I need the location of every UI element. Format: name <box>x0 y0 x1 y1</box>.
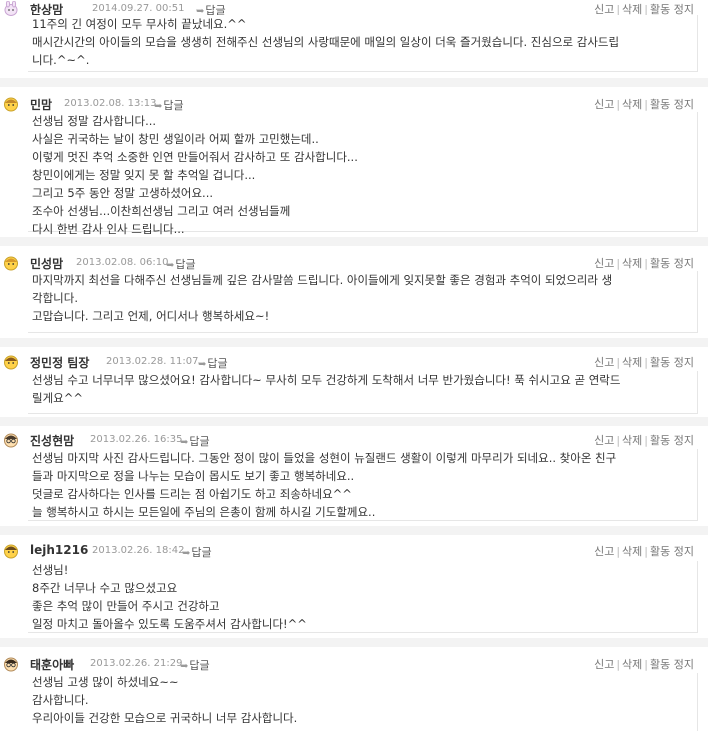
reply-button[interactable]: ➥답글 <box>154 97 184 113</box>
comment-actions: 신고 | 삭제 | 활동 정지 <box>594 356 694 369</box>
comment-separator <box>0 417 708 426</box>
comment-line: 11주의 긴 여정이 모두 무사히 끝났네요.^^ <box>32 17 247 31</box>
comment-body: 마지막까지 최선을 다해주신 선생님들께 깊은 감사말씀 드립니다. 아이들에게… <box>28 271 698 333</box>
comment-line: 선생님 고생 많이 하셨네요~~ <box>32 675 179 689</box>
avatar-glasses-icon <box>4 433 18 448</box>
comment-line: 사실은 귀국하는 날이 창민 생일이라 어찌 할까 고민했는데.. <box>32 132 319 146</box>
comment-line: 다시 한번 감사 인사 드립니다... <box>32 222 185 236</box>
reply-button[interactable]: ➥답글 <box>180 433 210 449</box>
comment-actions: 신고 | 삭제 | 활동 정지 <box>594 434 694 447</box>
reply-arrow-icon: ➥ <box>182 548 191 559</box>
comment-separator <box>0 78 708 87</box>
nickname[interactable]: 민맘 <box>30 96 52 113</box>
report-link[interactable]: 신고 <box>594 257 614 270</box>
report-link[interactable]: 신고 <box>594 98 614 111</box>
comment-line: 8주간 너무나 수고 많으셨고요 <box>32 581 178 595</box>
block-link[interactable]: 활동 정지 <box>650 356 694 369</box>
reply-button[interactable]: ➥답글 <box>180 657 210 673</box>
comment-line: 늘 행복하시고 하시는 모든일에 주님의 은총이 함께 하시길 기도할께요.. <box>32 505 376 519</box>
comment-date: 2013.02.08. 06:10 <box>76 257 169 268</box>
comment-line: 선생님 마지막 사진 감사드립니다. 그동안 정이 많이 들었을 성현이 뉴질랜… <box>32 451 617 465</box>
comment-line: 감사합니다. <box>32 693 89 707</box>
comment-line: 니다.^~^. <box>32 53 90 67</box>
reply-arrow-icon: ➥ <box>180 661 189 672</box>
comment-date: 2013.02.26. 18:42 <box>92 545 185 556</box>
block-link[interactable]: 활동 정지 <box>650 545 694 558</box>
reply-arrow-icon: ➥ <box>166 260 175 271</box>
delete-link[interactable]: 삭제 <box>622 257 642 270</box>
comment-date: 2013.02.28. 11:07 <box>106 356 199 367</box>
comment-line: 이렇게 멋진 추억 소중한 인연 만들어줘서 감사하고 또 감사합니다... <box>32 150 358 164</box>
comment-actions: 신고 | 삭제 | 활동 정지 <box>594 658 694 671</box>
comment-line: 선생님 수고 너무너무 많으셨어요! 감사합니다~ 무사히 모두 건강하게 도착… <box>32 373 621 387</box>
nickname[interactable]: 진성현맘 <box>30 432 74 449</box>
report-link[interactable]: 신고 <box>594 658 614 671</box>
comment-actions: 신고 | 삭제 | 활동 정지 <box>594 257 694 270</box>
avatar-face-icon <box>4 544 18 559</box>
comment-line: 그리고 5주 동안 정말 고생하셨어요... <box>32 186 214 200</box>
comment-date: 2014.09.27. 00:51 <box>92 3 185 14</box>
comment-body: 11주의 긴 여정이 모두 무사히 끝났네요.^^ 매시간시간의 아이들의 모습… <box>28 15 698 72</box>
comment-date: 2013.02.08. 13:13 <box>64 98 157 109</box>
avatar-face-icon <box>4 256 18 271</box>
reply-button[interactable]: ➥답글 <box>182 544 212 560</box>
reply-button[interactable]: ➥답글 <box>166 256 196 272</box>
comment-separator <box>0 526 708 535</box>
comment-separator <box>0 237 708 246</box>
block-link[interactable]: 활동 정지 <box>650 257 694 270</box>
comment-line: 창민이에게는 정말 잊지 못 할 추억일 겁니다... <box>32 168 256 182</box>
avatar-face-icon <box>4 97 18 112</box>
comment-line: 선생님! <box>32 563 69 577</box>
comment-line: 조수아 선생님...이찬희선생님 그리고 여러 선생님들께 <box>32 204 291 218</box>
comment-line: 고맙습니다. 그리고 언제, 어디서나 행복하세요~! <box>32 309 270 323</box>
block-link[interactable]: 활동 정지 <box>650 434 694 447</box>
comment-separator <box>0 638 708 647</box>
avatar-face-icon <box>4 355 18 370</box>
comment-line: 릴게요^^ <box>32 391 84 405</box>
comment-actions: 신고 | 삭제 | 활동 정지 <box>594 98 694 111</box>
delete-link[interactable]: 삭제 <box>622 545 642 558</box>
comment-line: 각합니다. <box>32 291 78 305</box>
avatar-rabbit-icon <box>4 1 18 16</box>
comment-header: lejh1216 2013.02.26. 18:42 ➥답글 신고 | 삭제 | 활동 … <box>0 543 708 563</box>
comment-date: 2013.02.26. 16:35 <box>90 434 183 445</box>
delete-link[interactable]: 삭제 <box>622 356 642 369</box>
comment-line: 들과 마지막으로 정을 나누는 모습이 몹시도 보기 좋고 행복하네요.. <box>32 469 355 483</box>
comment-body: 선생님! 8주간 너무나 수고 많으셨고요 좋은 추억 많이 만들어 주시고 건… <box>28 561 698 633</box>
report-link[interactable]: 신고 <box>594 434 614 447</box>
comment-date: 2013.02.26. 21:29 <box>90 658 183 669</box>
block-link[interactable]: 활동 정지 <box>650 98 694 111</box>
nickname[interactable]: lejh1216 <box>30 543 88 557</box>
avatar-glasses-icon <box>4 657 18 672</box>
comment-body: 선생님 수고 너무너무 많으셨어요! 감사합니다~ 무사히 모두 건강하게 도착… <box>28 371 698 414</box>
comment-body: 선생님 고생 많이 하셨네요~~ 감사합니다. 우리아이들 건강한 모습으로 귀… <box>28 673 698 731</box>
report-link[interactable]: 신고 <box>594 356 614 369</box>
nickname[interactable]: 정민정 팀장 <box>30 354 89 371</box>
comment-line: 덧글로 감사하다는 인사를 드리는 점 아쉽기도 하고 죄송하네요^^ <box>32 487 352 501</box>
comment-line: 좋은 추억 많이 만들어 주시고 건강하고 <box>32 599 220 613</box>
nickname[interactable]: 태훈아빠 <box>30 656 74 673</box>
reply-arrow-icon: ➥ <box>154 101 163 112</box>
block-link[interactable]: 활동 정지 <box>650 658 694 671</box>
comment-line: 선생님 정말 감사합니다... <box>32 114 157 128</box>
comment-body: 선생님 마지막 사진 감사드립니다. 그동안 정이 많이 들었을 성현이 뉴질랜… <box>28 449 698 521</box>
comment-line: 일정 마치고 돌아올수 있도록 도움주셔서 감사합니다!^^ <box>32 617 307 631</box>
delete-link[interactable]: 삭제 <box>622 658 642 671</box>
comment-line: 매시간시간의 아이들의 모습을 생생히 전해주신 선생님의 사랑때문에 매일의 … <box>32 35 620 49</box>
comment-line: 마지막까지 최선을 다해주신 선생님들께 깊은 감사말씀 드립니다. 아이들에게… <box>32 273 613 287</box>
comment-actions: 신고 | 삭제 | 활동 정지 <box>594 545 694 558</box>
comment-body: 선생님 정말 감사합니다... 사실은 귀국하는 날이 창민 생일이라 어찌 할… <box>28 112 698 236</box>
delete-link[interactable]: 삭제 <box>622 98 642 111</box>
nickname[interactable]: 민성맘 <box>30 255 63 272</box>
reply-arrow-icon: ➥ <box>180 437 189 448</box>
report-link[interactable]: 신고 <box>594 545 614 558</box>
reply-button[interactable]: ➥답글 <box>198 355 228 371</box>
comment-separator <box>0 338 708 347</box>
comment-line: 우리아이들 건강한 모습으로 귀국하니 너무 감사합니다. <box>32 711 298 725</box>
reply-arrow-icon: ➥ <box>198 359 207 370</box>
delete-link[interactable]: 삭제 <box>622 434 642 447</box>
